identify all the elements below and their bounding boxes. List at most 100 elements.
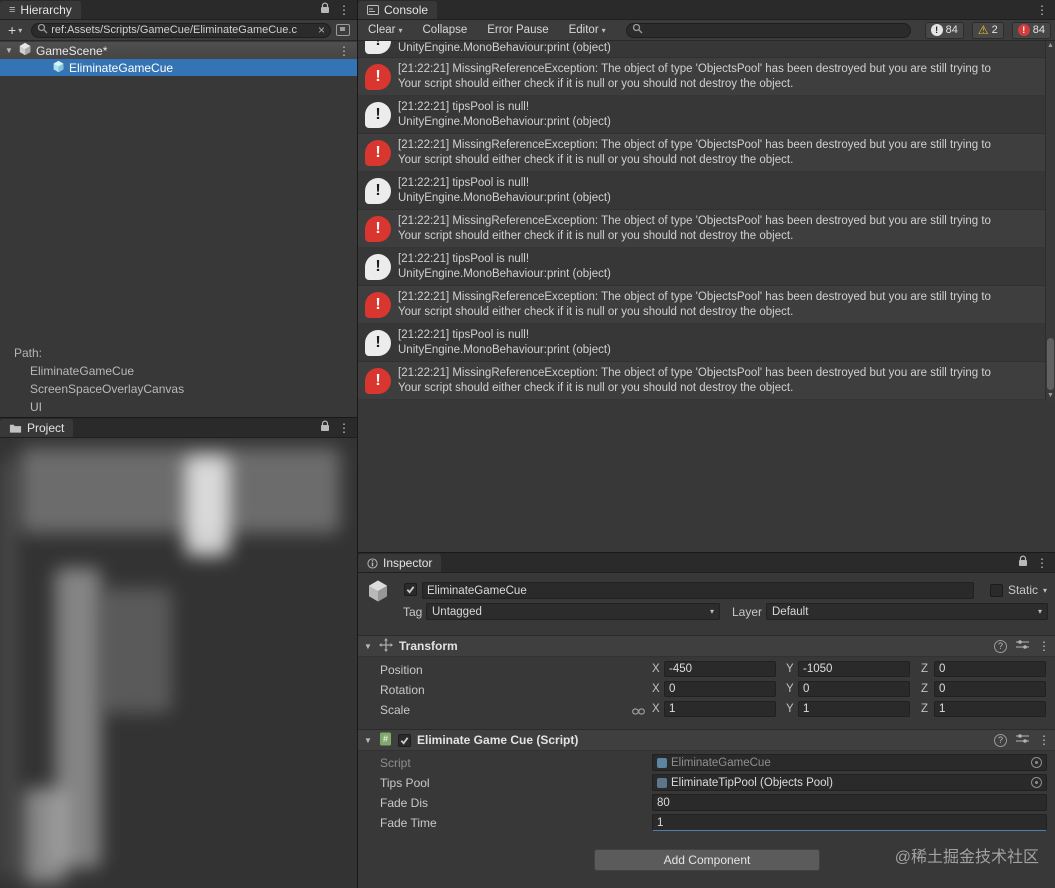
scale-z-input[interactable] xyxy=(934,701,1046,717)
script-object-field[interactable]: EliminateGameCue xyxy=(652,754,1047,771)
layer-dropdown[interactable]: Default ▾ xyxy=(766,603,1048,620)
blurred-thumbnail xyxy=(24,788,66,883)
error-bubble-icon: ! xyxy=(365,367,391,394)
log-line: [21:22:21] MissingReferenceException: Th… xyxy=(398,138,991,151)
console-icon xyxy=(367,5,379,15)
console-search[interactable] xyxy=(625,22,911,38)
lock-icon[interactable] xyxy=(1018,555,1028,570)
path-item[interactable]: EliminateGameCue xyxy=(14,362,184,380)
axis-z-label: Z xyxy=(921,683,929,695)
collapse-toggle[interactable]: Collapse xyxy=(417,23,474,37)
static-control[interactable]: Static ▾ xyxy=(989,583,1047,597)
log-entry-error[interactable]: ! [21:22:21] MissingReferenceException: … xyxy=(358,286,1045,324)
scene-row[interactable]: ▼ GameScene* ⋮ xyxy=(0,42,357,59)
kebab-menu-icon[interactable]: ⋮ xyxy=(1036,4,1048,16)
error-count-toggle[interactable]: ! 84 xyxy=(1011,21,1051,39)
static-checkbox[interactable] xyxy=(989,583,1003,597)
add-component-button[interactable]: Add Component xyxy=(594,849,820,871)
rotation-x-input[interactable] xyxy=(664,681,776,697)
log-bubble-icon: ! xyxy=(365,329,391,356)
scrollbar-thumb[interactable] xyxy=(1047,338,1054,390)
kebab-menu-icon[interactable]: ⋮ xyxy=(1038,640,1050,652)
info-count: 84 xyxy=(945,24,958,36)
console-search-input[interactable] xyxy=(645,24,905,36)
tab-project[interactable]: Project xyxy=(0,419,74,437)
error-pause-toggle[interactable]: Error Pause xyxy=(481,23,554,37)
tips-pool-label: Tips Pool xyxy=(380,776,430,790)
watermark-text: @稀土掘金技术社区 xyxy=(894,849,1039,866)
tab-console[interactable]: Console xyxy=(358,1,438,19)
log-entry-error[interactable]: ! [21:22:21] MissingReferenceException: … xyxy=(358,134,1045,172)
console-scrollbar[interactable]: ▲ ▼ xyxy=(1045,41,1055,401)
chevron-down-icon: ▾ xyxy=(1037,607,1042,616)
error-bubble-icon: ! xyxy=(365,63,391,90)
transform-header[interactable]: ▼ Transform ? ⋮ xyxy=(358,635,1055,657)
presets-icon[interactable] xyxy=(1016,639,1029,653)
log-entry-error[interactable]: ! [21:22:21] MissingReferenceException: … xyxy=(358,58,1045,96)
object-picker-icon[interactable] xyxy=(1031,757,1042,768)
hierarchy-search[interactable]: × xyxy=(31,22,331,38)
console-toolbar: Clear ▾ Collapse Error Pause Editor ▾ ! 84 … xyxy=(358,20,1055,41)
scroll-down-icon[interactable]: ▼ xyxy=(1046,391,1055,401)
log-entry[interactable]: ! [21:22:21] tipsPool is null! UnityEngin… xyxy=(358,248,1045,286)
foldout-icon[interactable]: ▼ xyxy=(363,736,373,745)
info-count-toggle[interactable]: ! 84 xyxy=(924,21,964,39)
kebab-menu-icon[interactable]: ⋮ xyxy=(338,422,350,434)
path-item[interactable]: UI xyxy=(14,398,184,416)
log-entry[interactable]: ! UnityEngine.MonoBehaviour:print (objec… xyxy=(358,41,1045,58)
kebab-menu-icon[interactable]: ⋮ xyxy=(1036,557,1048,569)
editor-dropdown[interactable]: Editor ▾ xyxy=(563,23,612,37)
lock-icon[interactable] xyxy=(320,420,330,435)
search-window-icon[interactable] xyxy=(336,24,350,36)
clear-button[interactable]: Clear ▾ xyxy=(362,23,409,37)
scale-row: Scale X Y Z xyxy=(358,701,1055,719)
object-name-field[interactable] xyxy=(422,582,974,599)
presets-icon[interactable] xyxy=(1016,733,1029,747)
active-checkbox[interactable] xyxy=(404,583,417,596)
foldout-icon[interactable]: ▼ xyxy=(4,46,14,55)
clear-search-icon[interactable]: × xyxy=(318,24,325,36)
log-line: [21:22:21] tipsPool is null! xyxy=(398,252,530,265)
add-object-button[interactable]: + ▾ xyxy=(4,22,26,38)
help-icon[interactable]: ? xyxy=(994,733,1007,747)
axis-z-label: Z xyxy=(921,703,929,715)
log-entry[interactable]: ! [21:22:21] tipsPool is null! UnityEngin… xyxy=(358,324,1045,362)
scale-x-input[interactable] xyxy=(664,701,776,717)
rotation-y-input[interactable] xyxy=(798,681,910,697)
chevron-down-icon[interactable]: ▾ xyxy=(1043,586,1047,595)
help-icon[interactable]: ? xyxy=(994,639,1007,653)
scale-y-input[interactable] xyxy=(798,701,910,717)
log-entry-error[interactable]: ! [21:22:21] MissingReferenceException: … xyxy=(358,362,1045,400)
path-item[interactable]: ScreenSpaceOverlayCanvas xyxy=(14,380,184,398)
log-entry[interactable]: ! [21:22:21] tipsPool is null! UnityEngin… xyxy=(358,96,1045,134)
tips-pool-object-field[interactable]: EliminateTipPool (Objects Pool) xyxy=(652,774,1047,791)
position-x-input[interactable] xyxy=(664,661,776,677)
hierarchy-search-input[interactable] xyxy=(51,24,315,36)
position-y-input[interactable] xyxy=(798,661,910,677)
link-scale-icon[interactable] xyxy=(632,705,645,719)
kebab-menu-icon[interactable]: ⋮ xyxy=(1038,734,1050,746)
kebab-menu-icon[interactable]: ⋮ xyxy=(338,4,350,16)
object-picker-icon[interactable] xyxy=(1031,777,1042,788)
hierarchy-item-eliminategamecue[interactable]: EliminateGameCue xyxy=(0,59,357,76)
lock-icon[interactable] xyxy=(320,2,330,17)
tag-dropdown[interactable]: Untagged ▾ xyxy=(426,603,720,620)
scroll-up-icon[interactable]: ▲ xyxy=(1046,41,1055,51)
rotation-z-input[interactable] xyxy=(934,681,1046,697)
position-z-input[interactable] xyxy=(934,661,1046,677)
scene-kebab-icon[interactable]: ⋮ xyxy=(338,45,357,57)
clear-label: Clear xyxy=(368,24,396,36)
fade-dis-input[interactable] xyxy=(652,794,1047,811)
foldout-icon[interactable]: ▼ xyxy=(363,642,373,651)
tab-hierarchy[interactable]: ≡ Hierarchy xyxy=(0,1,81,19)
warning-count-toggle[interactable]: ⚠ 2 xyxy=(971,21,1004,39)
log-entry[interactable]: ! [21:22:21] tipsPool is null! UnityEngin… xyxy=(358,172,1045,210)
log-entry-error[interactable]: ! [21:22:21] MissingReferenceException: … xyxy=(358,210,1045,248)
component-enabled-checkbox[interactable] xyxy=(398,733,411,747)
tab-inspector[interactable]: Inspector xyxy=(358,554,442,572)
rotation-row: Rotation X Y Z xyxy=(358,681,1055,699)
fade-time-input[interactable] xyxy=(652,814,1047,831)
log-line: UnityEngine.MonoBehaviour:print (object) xyxy=(398,267,611,280)
script-component-header[interactable]: ▼ # Eliminate Game Cue (Script) ? ⋮ xyxy=(358,729,1055,751)
fade-time-row: Fade Time xyxy=(358,814,1055,832)
